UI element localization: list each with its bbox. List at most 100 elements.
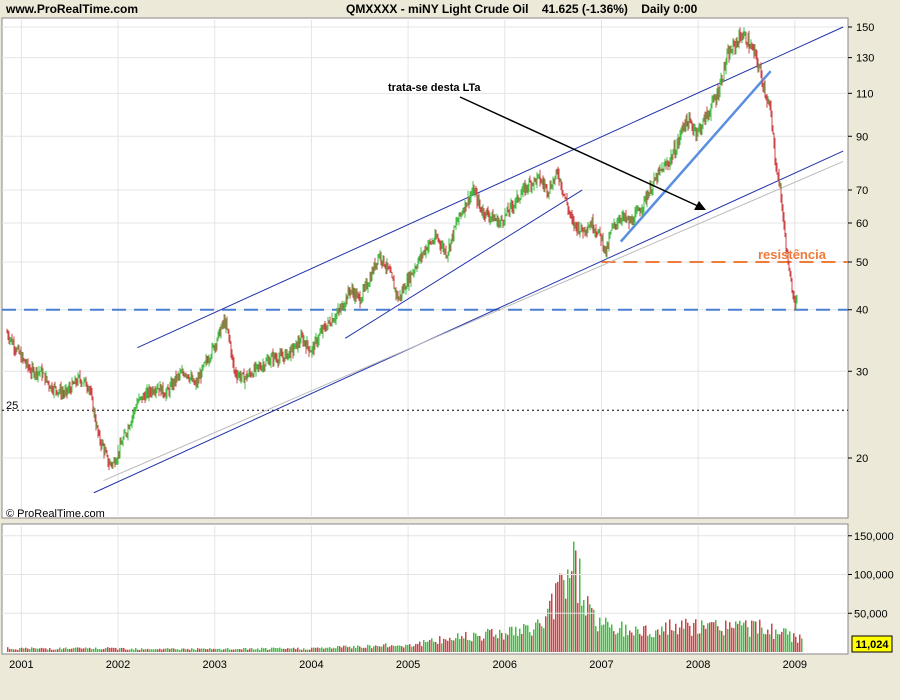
volume-bar: [517, 635, 519, 652]
volume-bar: [459, 639, 461, 652]
watermark: © ProRealTime.com: [6, 508, 105, 520]
volume-bar: [729, 622, 731, 652]
volume-bar: [395, 646, 397, 652]
volume-bar: [247, 649, 249, 652]
volume-bar: [111, 647, 113, 652]
volume-bar: [441, 643, 443, 652]
price-tick-label: 70: [856, 185, 868, 197]
volume-bar: [213, 648, 215, 652]
volume-bar: [353, 645, 355, 652]
volume-bar: [19, 648, 21, 652]
volume-bar: [117, 649, 119, 652]
volume-bar: [593, 609, 595, 652]
volume-bar: [595, 626, 597, 652]
volume-bar: [655, 630, 657, 652]
volume-bar: [615, 634, 617, 652]
price-volume-chart[interactable]: 20 30 40 50 60 70 90 110 130 150 50,000 100,000 150…: [0, 0, 900, 700]
volume-bar: [99, 649, 101, 652]
volume-bar: [193, 649, 195, 652]
price-tick-label: 50: [856, 257, 868, 269]
volume-bar: [73, 647, 75, 652]
volume-bar: [169, 648, 171, 652]
volume-bar: [351, 648, 353, 652]
volume-bar: [633, 635, 635, 652]
volume-bar: [251, 648, 253, 652]
volume-bar: [801, 638, 803, 652]
volume-bar: [691, 635, 693, 652]
volume-bar: [529, 632, 531, 652]
volume-bar: [383, 644, 385, 652]
volume-bar: [543, 628, 545, 652]
volume-bar: [61, 649, 63, 652]
volume-bar: [331, 648, 333, 652]
volume-bar: [693, 622, 695, 652]
volume-bar: [577, 603, 579, 652]
volume-bar: [253, 649, 255, 652]
volume-bar: [47, 649, 49, 652]
volume-bar: [45, 648, 47, 652]
volume-bar: [613, 631, 615, 652]
volume-bar: [541, 626, 543, 652]
volume-bar: [607, 621, 609, 652]
volume-bar: [657, 629, 659, 652]
volume-bar: [293, 647, 295, 652]
volume-bar: [347, 647, 349, 652]
volume-bar: [299, 649, 301, 652]
volume-bar: [345, 645, 347, 652]
volume-bar: [703, 625, 705, 652]
volume-bar: [415, 643, 417, 652]
volume-bar: [289, 648, 291, 652]
volume-bar: [513, 635, 515, 652]
volume-bar: [639, 633, 641, 652]
volume-bar: [147, 648, 149, 652]
volume-bar: [775, 629, 777, 652]
volume-bar: [757, 633, 759, 652]
volume-bar: [131, 648, 133, 652]
volume-bar: [617, 632, 619, 652]
volume-bar: [363, 647, 365, 652]
volume-bar: [581, 605, 583, 652]
volume-bar: [381, 646, 383, 652]
volume-bar: [695, 619, 697, 652]
volume-bar: [21, 647, 23, 652]
volume-bar: [721, 631, 723, 652]
year-tick-label: 2003: [202, 659, 226, 671]
volume-bar: [643, 626, 645, 652]
volume-bar: [151, 649, 153, 652]
volume-bar: [95, 647, 97, 652]
volume-bar: [789, 631, 791, 652]
volume-bar: [623, 636, 625, 652]
volume-bar: [669, 619, 671, 652]
year-tick-label: 2005: [396, 659, 420, 671]
volume-bar: [155, 648, 157, 652]
volume-bar: [371, 648, 373, 652]
volume-bar: [355, 647, 357, 652]
volume-bar: [481, 640, 483, 652]
volume-bar: [391, 645, 393, 652]
volume-bar: [385, 643, 387, 652]
arrow-label: trata-se desta LTa: [388, 82, 481, 94]
volume-bar: [103, 648, 105, 652]
volume-tick-label: 150,000: [854, 531, 894, 543]
volume-bar: [181, 648, 183, 652]
volume-bar: [245, 648, 247, 652]
volume-bar: [203, 648, 205, 652]
volume-bar: [483, 638, 485, 652]
volume-bar: [255, 649, 257, 652]
volume-bar: [743, 622, 745, 652]
volume-bar: [661, 626, 663, 652]
volume-bar: [551, 593, 553, 652]
volume-bar: [377, 646, 379, 652]
volume-bar: [175, 649, 177, 652]
volume-bar: [527, 625, 529, 652]
volume-bar: [217, 648, 219, 652]
volume-bar: [41, 647, 43, 652]
volume-bar: [659, 634, 661, 652]
volume-bar: [411, 646, 413, 652]
volume-bar: [295, 649, 297, 652]
volume-bar: [701, 620, 703, 652]
volume-bar: [273, 647, 275, 652]
volume-bar: [447, 640, 449, 652]
volume-bar: [93, 648, 95, 652]
volume-bar: [687, 622, 689, 652]
